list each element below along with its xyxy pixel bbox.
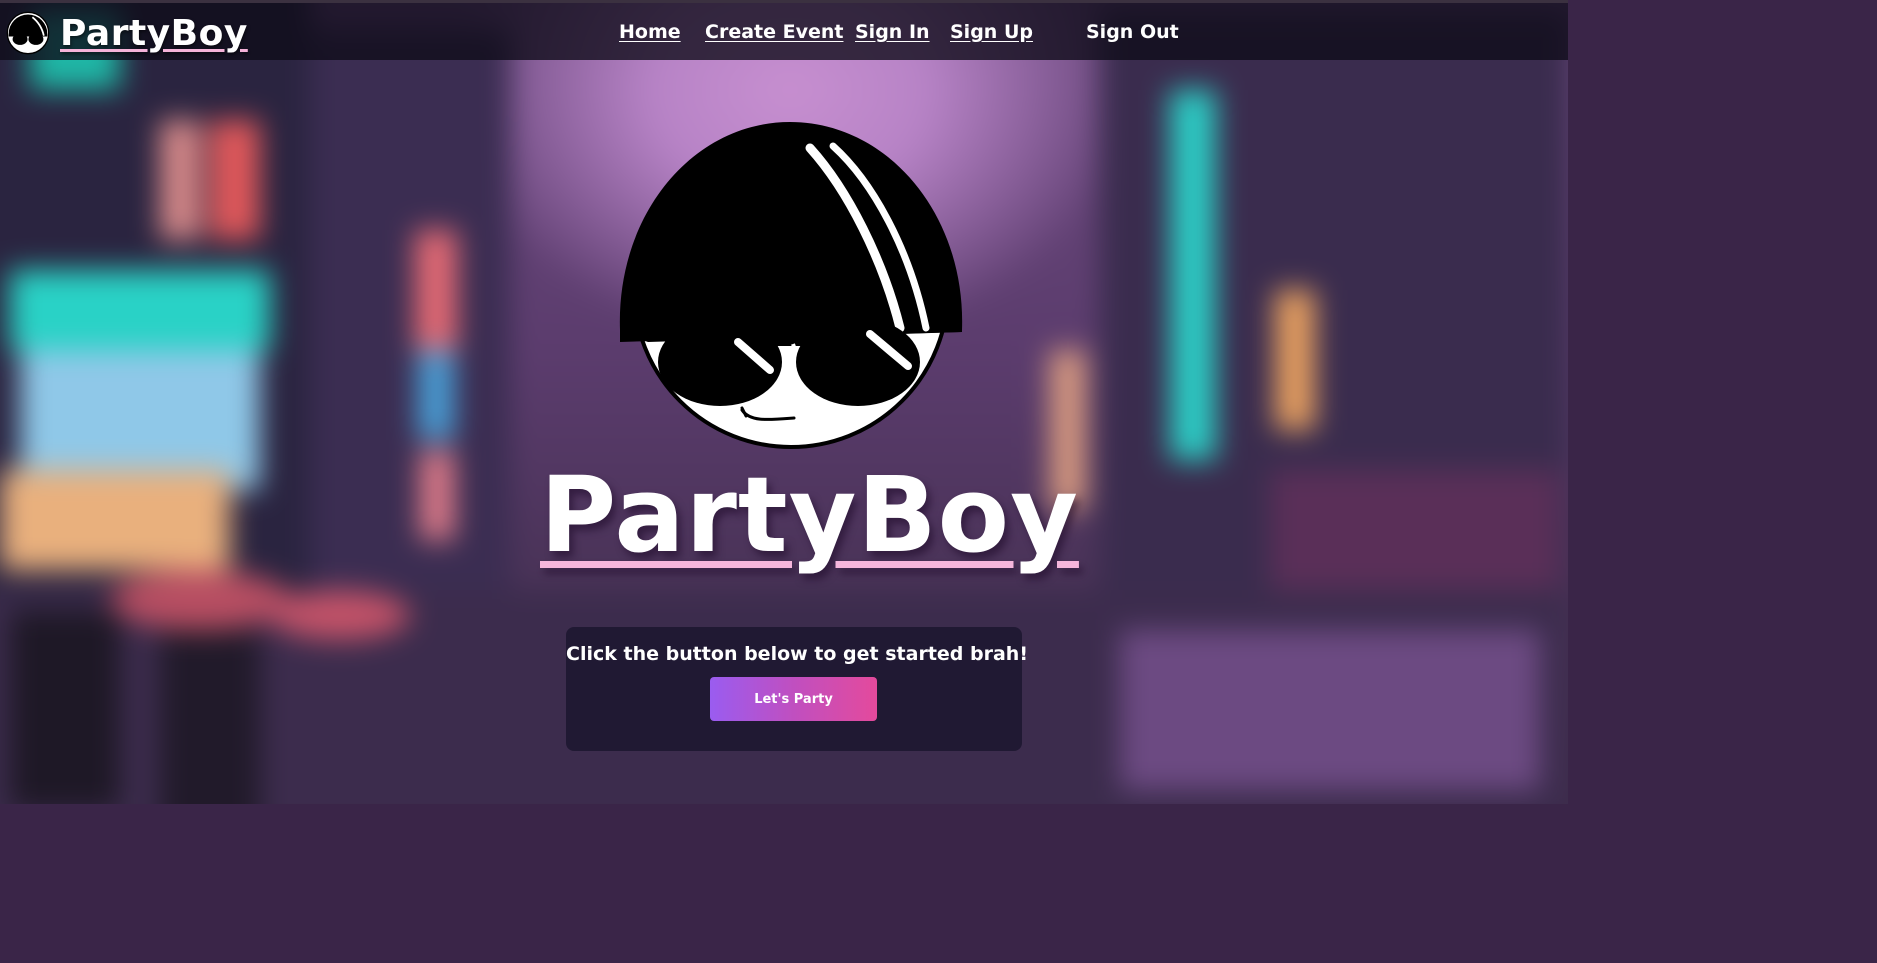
lets-party-button[interactable]: Let's Party	[710, 677, 877, 721]
cta-card: Click the button below to get started br…	[566, 627, 1028, 751]
hero-title: PartyBoy	[540, 454, 1079, 576]
nav-link-sign-in[interactable]: Sign In	[855, 21, 930, 43]
partyboy-face-icon[interactable]	[6, 11, 50, 55]
brand-name[interactable]: PartyBoy	[60, 14, 248, 54]
top-navbar: PartyBoy Home Create Event Sign In Sign …	[0, 0, 1568, 60]
cta-message: Click the button below to get started br…	[566, 643, 1028, 665]
partyboy-face-icon	[619, 122, 963, 449]
nav-link-home[interactable]: Home	[619, 21, 681, 43]
sign-out-button[interactable]: Sign Out	[1086, 21, 1179, 43]
nav-link-sign-up[interactable]: Sign Up	[950, 21, 1033, 43]
nav-link-create-event[interactable]: Create Event	[705, 21, 843, 43]
